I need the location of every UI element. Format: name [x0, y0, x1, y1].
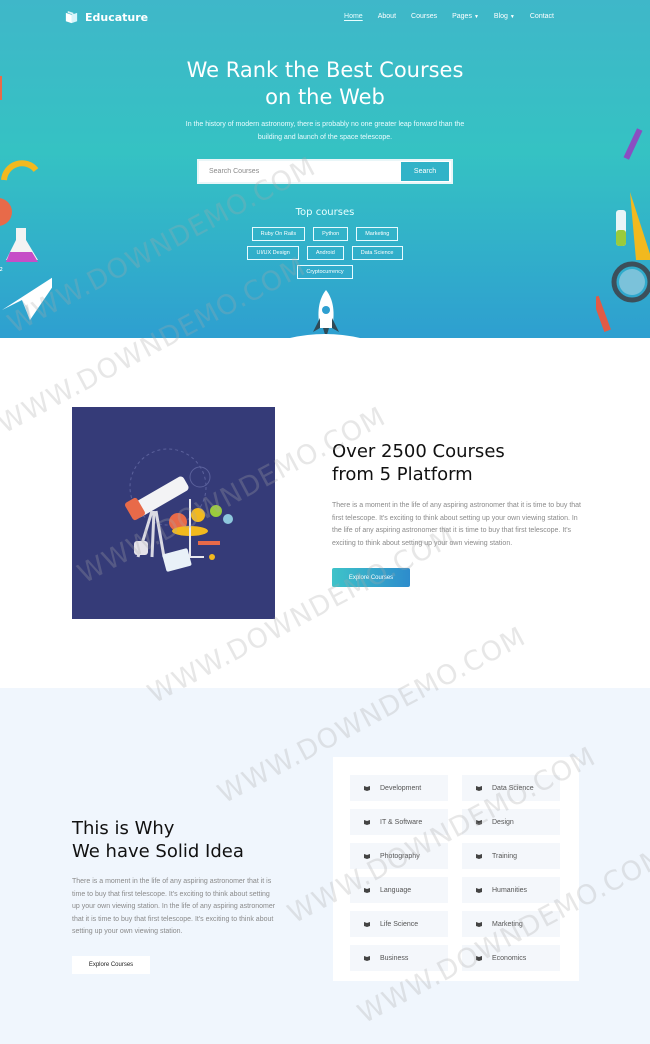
category-label: Language — [380, 886, 412, 894]
book-icon — [476, 786, 482, 791]
top-courses-tags: Ruby On Rails Python Marketing UI/UX Des… — [238, 227, 412, 279]
menu-label: Contact — [529, 13, 554, 20]
book-icon — [364, 786, 370, 791]
hero-section: Educature Home About Courses Pages ▼ Blog… — [0, 0, 650, 338]
book-icon — [476, 888, 482, 893]
category-label: Data Science — [492, 784, 534, 792]
courses-section-text: There is a moment in the life of any asp… — [332, 502, 582, 547]
top-courses-heading: Top courses — [295, 207, 355, 218]
hero-title-line: on the Web — [265, 85, 385, 109]
search-bar: Search — [197, 159, 453, 184]
category-item[interactable]: Photography — [350, 843, 448, 869]
category-item[interactable]: Life Science — [350, 911, 448, 937]
main-menu: Home About Courses Pages ▼ Blog ▼ Contact — [344, 13, 554, 20]
book-icon — [476, 820, 482, 825]
category-item[interactable]: Data Science — [462, 775, 560, 801]
menu-label: Blog — [493, 13, 508, 20]
solid-idea-title: This is Why We have Solid Idea — [72, 817, 244, 863]
navbar: Educature Home About Courses Pages ▼ Blog… — [0, 0, 650, 36]
categories-grid: Development Data Science IT & Software D… — [350, 775, 560, 971]
category-label: Business — [380, 954, 409, 962]
book-icon — [364, 888, 370, 893]
category-label: Photography — [380, 852, 420, 860]
chevron-down-icon: ▼ — [509, 13, 515, 20]
hero-title-line: We Rank the Best Courses — [186, 58, 464, 82]
course-tag[interactable]: Cryptocurrency — [297, 265, 353, 279]
book-logo-icon — [65, 10, 78, 24]
section-title-line: We have Solid Idea — [72, 841, 244, 862]
category-label: Development — [380, 784, 422, 792]
category-item[interactable]: Development — [350, 775, 448, 801]
category-item[interactable]: Design — [462, 809, 560, 835]
explore-courses-button[interactable]: Explore Courses — [332, 568, 410, 587]
course-tag[interactable]: Python — [313, 227, 349, 241]
explore-courses-button-secondary[interactable]: Explore Courses — [72, 956, 150, 974]
menu-label: Home — [344, 13, 363, 20]
category-item[interactable]: Training — [462, 843, 560, 869]
category-label: IT & Software — [380, 818, 423, 826]
category-item[interactable]: Business — [350, 945, 448, 971]
book-icon — [364, 922, 370, 927]
book-icon — [364, 854, 370, 859]
search-button[interactable]: Search — [401, 162, 449, 181]
category-label: Life Science — [380, 920, 419, 928]
hero-subtitle: In the history of modern astronomy, ther… — [185, 121, 465, 141]
chevron-down-icon: ▼ — [473, 13, 479, 20]
menu-item-blog[interactable]: Blog ▼ — [494, 13, 515, 20]
section-title-line: from 5 Platform — [332, 464, 473, 485]
logo-text: Educature — [85, 11, 149, 24]
book-icon — [476, 956, 482, 961]
hero-bottom-curve — [0, 334, 650, 340]
menu-label: Pages — [452, 13, 472, 20]
book-icon — [476, 854, 482, 859]
section-title-line: Over 2500 Courses — [332, 441, 505, 462]
menu-item-pages[interactable]: Pages ▼ — [452, 13, 479, 20]
category-item[interactable]: Language — [350, 877, 448, 903]
category-item[interactable]: Economics — [462, 945, 560, 971]
course-tag[interactable]: Ruby On Rails — [251, 227, 306, 241]
categories-card: Development Data Science IT & Software D… — [333, 757, 579, 981]
course-tag[interactable]: UI/UX Design — [247, 246, 299, 260]
menu-item-contact[interactable]: Contact — [530, 13, 554, 20]
category-item[interactable]: Marketing — [462, 911, 560, 937]
science-decoration-left: x² — [0, 160, 52, 320]
category-label: Design — [492, 818, 514, 826]
category-label: Humanities — [492, 886, 528, 894]
solid-idea-text: There is a moment in the life of any asp… — [72, 878, 276, 935]
search-input[interactable] — [199, 161, 401, 182]
section-title-line: This is Why — [72, 818, 175, 839]
book-icon — [364, 956, 370, 961]
category-item[interactable]: Humanities — [462, 877, 560, 903]
course-tag[interactable]: Android — [306, 246, 344, 260]
menu-item-about[interactable]: About — [378, 13, 396, 20]
telescope-icon — [125, 448, 233, 572]
category-item[interactable]: IT & Software — [350, 809, 448, 835]
logo[interactable]: Educature — [64, 10, 148, 25]
course-tag[interactable]: Marketing — [356, 227, 399, 241]
category-label: Marketing — [492, 920, 523, 928]
book-icon — [476, 922, 482, 927]
courses-section-title: Over 2500 Courses from 5 Platform — [332, 440, 505, 486]
category-label: Economics — [492, 954, 527, 962]
menu-item-courses[interactable]: Courses — [411, 13, 437, 20]
telescope-illustration — [72, 407, 275, 619]
svg-text:x²: x² — [0, 267, 3, 277]
menu-label: About — [377, 13, 397, 20]
course-tag[interactable]: Data Science — [351, 246, 403, 260]
science-decoration-right — [596, 128, 650, 332]
menu-label: Courses — [411, 13, 438, 20]
category-label: Training — [492, 852, 518, 860]
book-icon — [364, 820, 370, 825]
hero-title: We Rank the Best Courses on the Web — [0, 57, 650, 111]
menu-item-home[interactable]: Home — [344, 13, 363, 20]
